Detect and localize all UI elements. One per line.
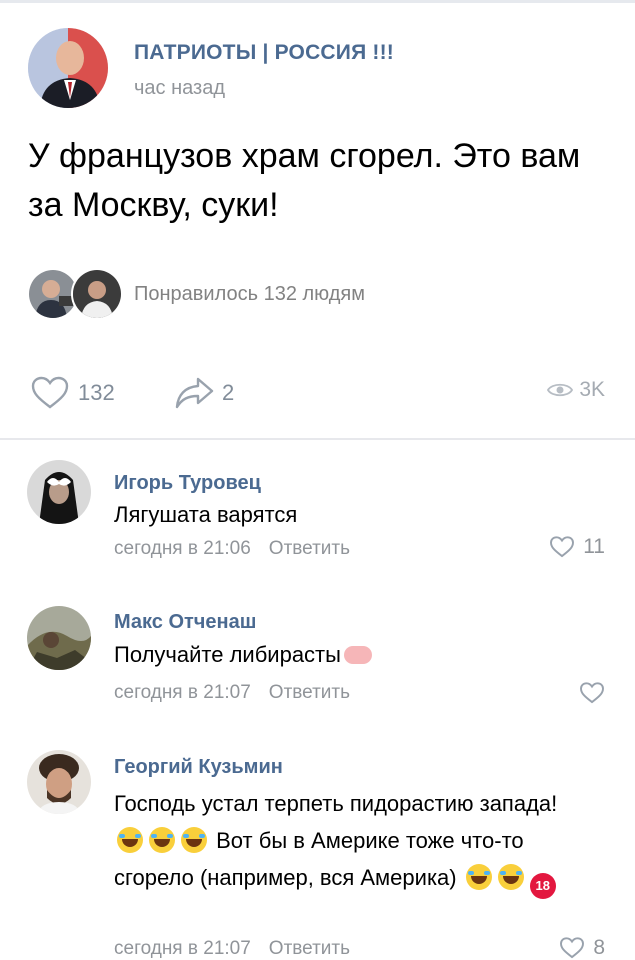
reply-button[interactable]: Ответить [269,938,350,959]
commenter-name[interactable]: Макс Отченаш [114,611,256,634]
comment-like-button[interactable]: 8 [559,936,605,960]
eighteen-plus-emoji-icon: 18 [529,873,556,899]
views-counter: 3K [547,378,605,402]
comment-meta: сегодня в 21:07 Ответить [114,938,350,960]
comment-like-count: 11 [583,535,605,558]
laughing-emoji-icon [117,827,143,853]
comment-text: Господь устал терпеть пидорастию запада!… [114,785,594,899]
commenter-avatar[interactable] [27,750,91,814]
commenter-name[interactable]: Игорь Туровец [114,472,261,495]
comment-text-body: Получайте либирасты [114,642,341,667]
post-timestamp: час назад [134,77,226,99]
top-divider [0,0,635,3]
post-author-name[interactable]: ПАТРИОТЫ | РОССИЯ !!! [134,41,394,65]
pig-emoji-icon [343,646,372,664]
share-count: 2 [222,380,235,405]
laughing-emoji-icon [149,827,175,853]
commenter-name[interactable]: Георгий Кузьмин [114,756,283,779]
laughing-emoji-icon [497,864,524,890]
comment-like-button[interactable] [579,682,605,704]
commenter-avatar[interactable] [27,606,91,670]
views-count: 3K [579,378,605,401]
post-actions: 132 2 3K [0,368,635,418]
like-button[interactable]: 132 [30,376,115,410]
like-count: 132 [78,380,115,405]
eye-icon [547,383,574,397]
avatar [71,268,123,320]
post-author-avatar[interactable] [28,28,108,108]
comment-text: Получайте либирасты [114,638,614,672]
heart-icon [580,682,604,704]
heart-icon [550,536,575,558]
comment-text: Лягушата варятся [114,502,298,527]
heart-icon [31,376,69,409]
share-icon [175,377,214,409]
share-button[interactable]: 2 [174,376,234,410]
comment-meta: сегодня в 21:07 Ответить [114,682,350,704]
comment-time: сегодня в 21:06 [114,538,251,559]
comment-like-button[interactable]: 11 [549,535,605,559]
comment-like-count: 8 [593,936,605,959]
heart-icon [560,937,585,959]
liked-by-avatars[interactable] [27,268,123,320]
laughing-emoji-icon [181,827,207,853]
section-divider [0,438,635,440]
liked-by-text[interactable]: Понравилось 132 людям [134,283,365,306]
comment-time: сегодня в 21:07 [114,938,251,959]
post-text: У французов храм сгорел. Это вам за Моск… [28,137,581,224]
reply-button[interactable]: Ответить [269,538,350,559]
laughing-emoji-icon [465,864,492,890]
reply-button[interactable]: Ответить [269,682,350,703]
comment-time: сегодня в 21:07 [114,682,251,703]
comment-meta: сегодня в 21:06 Ответить [114,538,350,560]
commenter-avatar[interactable] [27,460,91,524]
